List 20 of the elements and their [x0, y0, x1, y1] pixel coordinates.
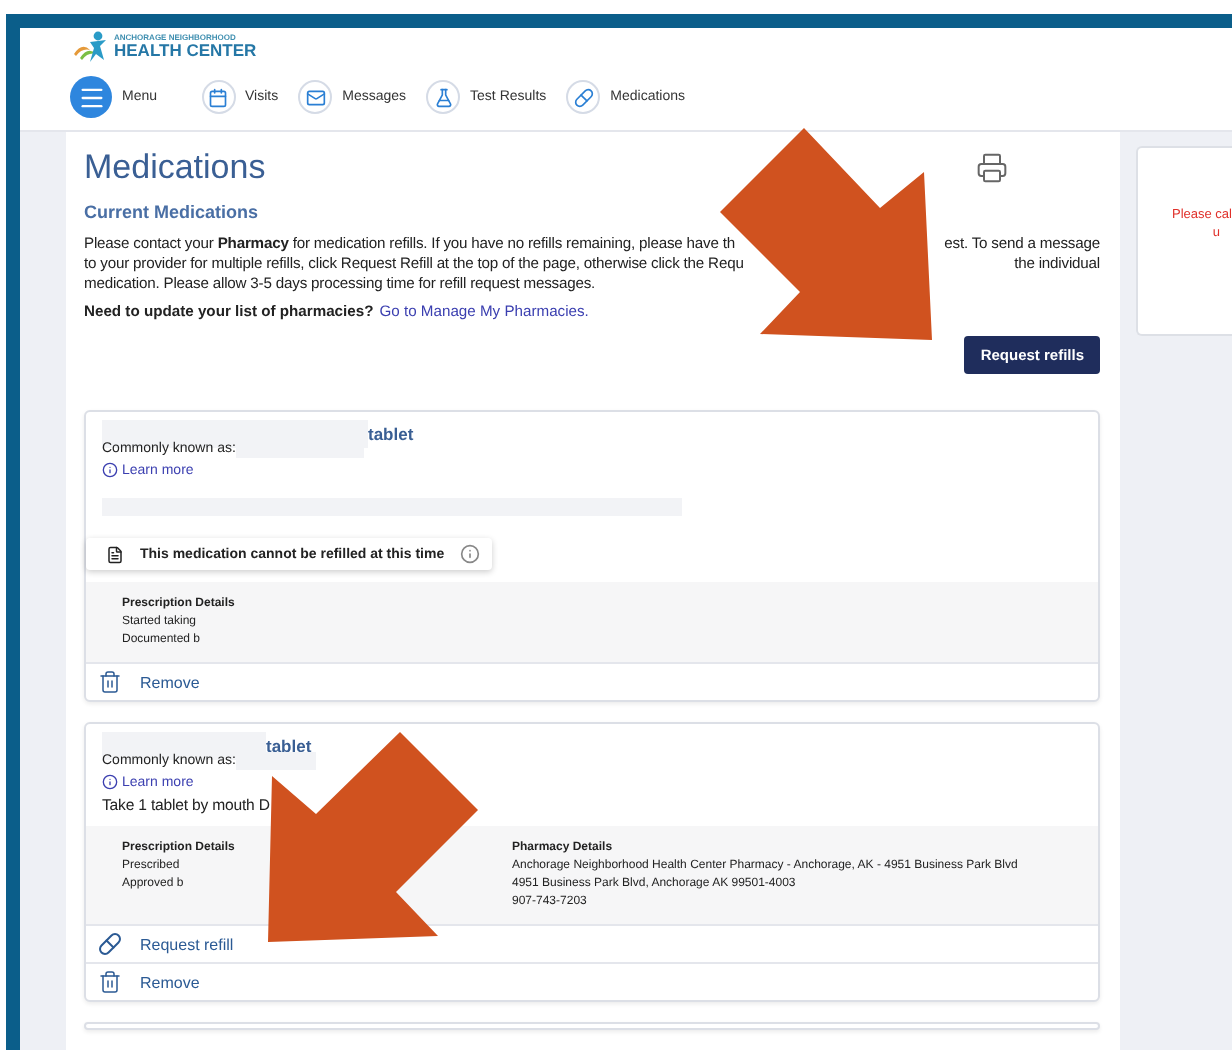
medication-name: tablet — [368, 424, 414, 444]
trash-icon — [98, 670, 122, 694]
info-icon[interactable] — [460, 544, 481, 564]
info-icon — [102, 462, 118, 478]
menu-icon — [70, 76, 112, 118]
section-heading: Current Medications — [84, 202, 261, 222]
envelope-icon — [305, 87, 326, 107]
page-title: Medications — [84, 148, 266, 188]
medication-name: tablet — [266, 736, 312, 756]
calendar-icon — [208, 87, 229, 107]
info-icon — [102, 774, 118, 790]
trash-icon — [98, 970, 122, 994]
flask-icon — [433, 87, 454, 107]
printer-icon[interactable] — [976, 152, 1008, 184]
logo-icon — [70, 30, 110, 64]
logo-text: HEALTH CENTER — [114, 42, 257, 60]
document-icon — [106, 545, 124, 563]
remove-link[interactable]: Remove — [86, 662, 1098, 700]
pill-icon — [573, 87, 594, 107]
remove-link[interactable]: Remove — [86, 962, 1098, 1000]
